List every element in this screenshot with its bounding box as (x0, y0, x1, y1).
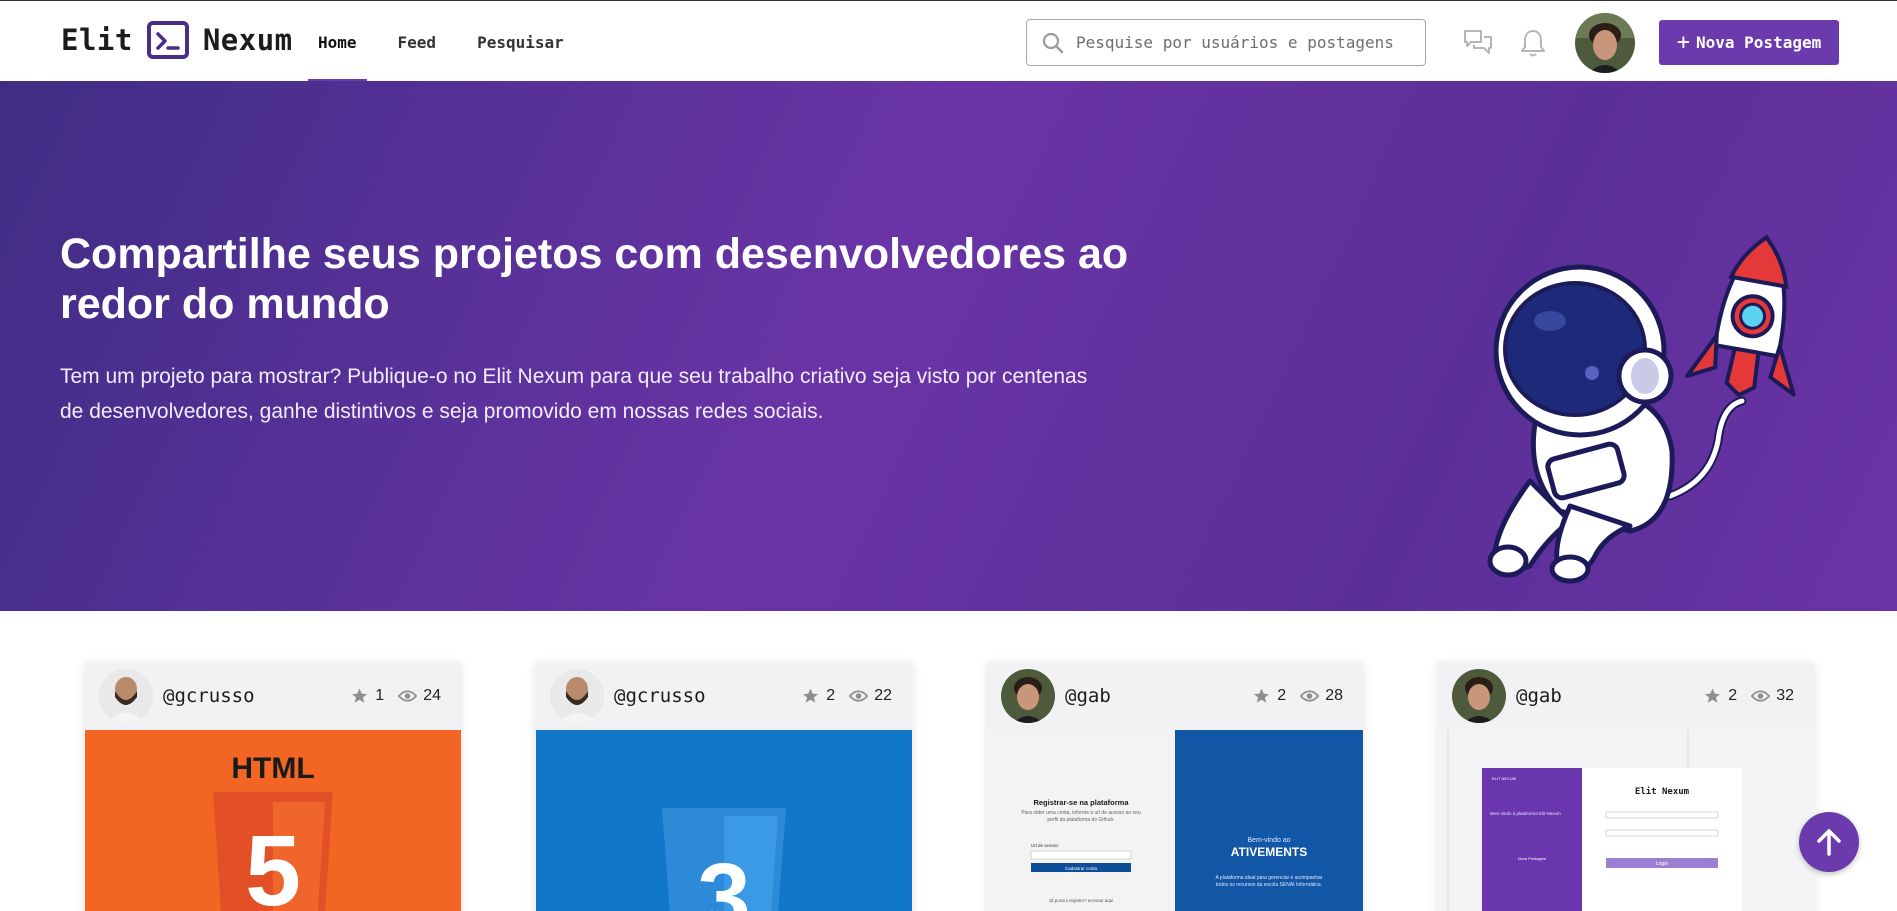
post-card[interactable]: @gcrusso 2 22 3 (536, 662, 912, 911)
view-count-value: 32 (1776, 687, 1794, 704)
nav-feed[interactable]: Feed (388, 1, 447, 82)
astronaut-rocket-illustration (1460, 151, 1860, 611)
star-icon (352, 688, 368, 703)
star-count[interactable]: 2 (1703, 687, 1737, 705)
author-avatar[interactable] (550, 669, 604, 723)
star-count-value: 1 (375, 687, 385, 704)
atv-welcome: Bem-vindo ao (1247, 837, 1290, 844)
card-header: @gcrusso 1 24 (85, 662, 461, 730)
post-thumbnail[interactable]: HTML 5 (85, 730, 461, 911)
search-input[interactable] (1076, 33, 1406, 52)
user-avatar[interactable] (1575, 13, 1635, 73)
post-thumbnail[interactable]: 3 (536, 730, 912, 911)
view-count: 22 (849, 687, 892, 705)
author-avatar[interactable] (1452, 669, 1506, 723)
terminal-logo-icon (146, 21, 189, 59)
author-username[interactable]: @gcrusso (614, 685, 706, 707)
card-stats: 2 22 (787, 687, 892, 705)
card-stats: 2 32 (1689, 687, 1794, 705)
css-digit-text: 3 (697, 844, 750, 911)
author-username[interactable]: @gcrusso (163, 685, 255, 707)
card-stats: 2 28 (1238, 687, 1343, 705)
main-nav: Home Feed Pesquisar (308, 1, 595, 82)
scroll-top-button[interactable] (1799, 812, 1859, 872)
elit-new-post: Nova Postagem (1518, 856, 1547, 861)
register-desc: Para obter uma conta, informe a url de a… (1021, 810, 1141, 823)
star-count[interactable]: 1 (350, 687, 384, 705)
author-username[interactable]: @gab (1516, 685, 1562, 707)
register-footer: Já possui registro? acessar aqui (1049, 898, 1114, 903)
view-count-value: 22 (874, 687, 892, 704)
star-count[interactable]: 2 (1252, 687, 1286, 705)
card-header: @gcrusso 2 22 (536, 662, 912, 730)
chat-icon[interactable] (1460, 25, 1496, 61)
eye-icon (398, 690, 418, 702)
star-count-value: 2 (826, 687, 836, 704)
view-count-value: 28 (1325, 687, 1343, 704)
star-icon (803, 688, 819, 703)
atv-desc: A plataforma ideal para gerenciar e acom… (1215, 875, 1323, 888)
post-cards: @gcrusso 1 24 HTML 5 @gcrusso 2 22 3 @ga… (85, 662, 1815, 911)
post-card[interactable]: @gcrusso 1 24 HTML 5 (85, 662, 461, 911)
elit-header-text: ELIT NEXUM (1492, 776, 1516, 781)
html-logo-text: HTML (231, 752, 314, 785)
register-title: Registrar-se na plataforma (1033, 798, 1129, 807)
top-navbar: Elit Nexum Home Feed Pesquisar + Nova Po… (0, 0, 1897, 82)
eye-icon (1300, 690, 1320, 702)
star-count-value: 2 (1728, 687, 1738, 704)
view-count: 32 (1751, 687, 1794, 705)
star-count[interactable]: 2 (801, 687, 835, 705)
card-header: @gab 2 28 (987, 662, 1363, 730)
brand-name-left: Elit (61, 23, 133, 57)
star-icon (1254, 688, 1270, 703)
post-thumbnail[interactable]: Registrar-se na plataforma Para obter um… (987, 730, 1363, 911)
search-icon (1042, 32, 1064, 54)
html-digit-text: 5 (245, 815, 301, 911)
star-count-value: 2 (1277, 687, 1287, 704)
register-button: Cadastrar conta (1065, 866, 1098, 871)
brand-logo[interactable]: Elit Nexum (61, 21, 293, 59)
post-thumbnail[interactable]: ELIT NEXUM Bem-vindo à plataforma Elit N… (1438, 730, 1814, 911)
brand-name-right: Nexum (202, 23, 293, 57)
plus-icon: + (1676, 29, 1690, 55)
nav-home[interactable]: Home (308, 1, 367, 82)
hero-description: Tem um projeto para mostrar? Publique-o … (60, 365, 1088, 423)
post-card[interactable]: @gab 2 32 ELIT NEXUM Bem-vindo à platafo… (1438, 662, 1814, 911)
view-count-value: 24 (423, 687, 441, 704)
elit-brand-text: Elit Nexum (1635, 786, 1690, 797)
view-count: 28 (1300, 687, 1343, 705)
author-avatar[interactable] (1001, 669, 1055, 723)
card-header: @gab 2 32 (1438, 662, 1814, 730)
new-post-label: Nova Postagem (1696, 33, 1822, 52)
hero-banner: Compartilhe seus projetos com desenvolve… (0, 81, 1897, 611)
post-card[interactable]: @gab 2 28 Registrar-se na plataforma Par… (987, 662, 1363, 911)
star-icon (1705, 688, 1721, 703)
eye-icon (1751, 690, 1771, 702)
nav-pesquisar[interactable]: Pesquisar (467, 1, 574, 82)
hero-title: Compartilhe seus projetos com desenvolve… (60, 230, 1129, 328)
register-label: Url de acesso (1031, 843, 1059, 848)
view-count: 24 (398, 687, 441, 705)
new-post-button[interactable]: + Nova Postagem (1659, 20, 1839, 65)
card-stats: 1 24 (336, 687, 441, 705)
arrow-up-icon (1817, 829, 1841, 856)
elit-login-text: Login (1656, 861, 1668, 867)
author-username[interactable]: @gab (1065, 685, 1111, 707)
atv-name: ATIVEMENTS (1231, 845, 1307, 859)
search-box (1026, 19, 1426, 66)
elit-left-text: Bem-vindo à plataforma Elit Nexum (1490, 811, 1561, 816)
eye-icon (849, 690, 869, 702)
author-avatar[interactable] (99, 669, 153, 723)
bell-icon[interactable] (1515, 25, 1551, 61)
